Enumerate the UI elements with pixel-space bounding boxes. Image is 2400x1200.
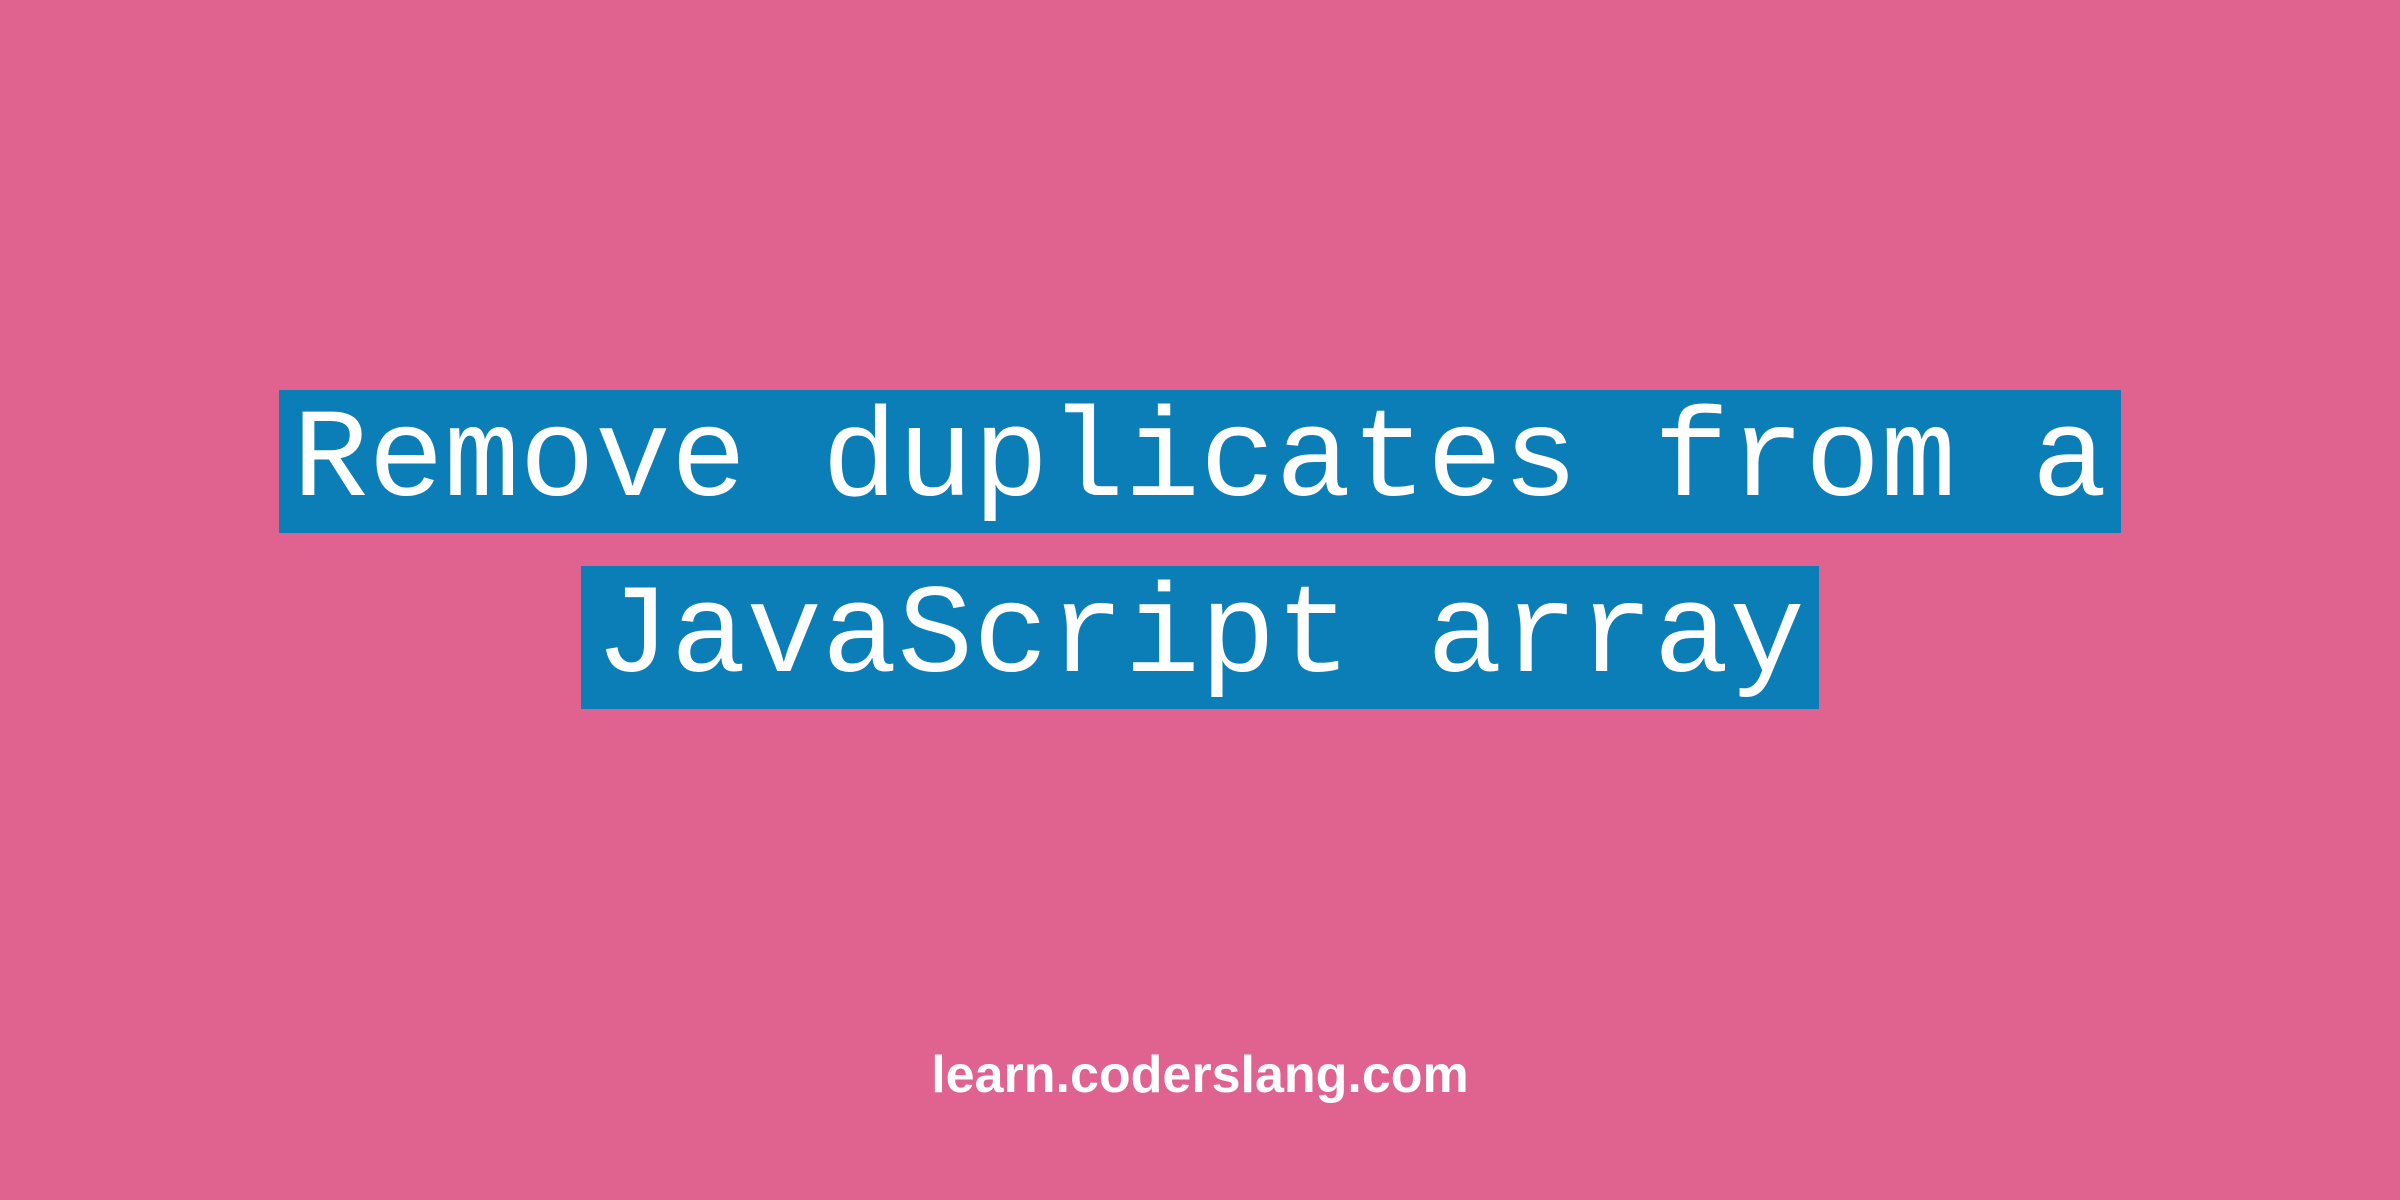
footer: learn.coderslang.com [0, 1045, 2400, 1105]
title-container: Remove duplicates from a JavaScript arra… [240, 374, 2160, 727]
footer-url: learn.coderslang.com [931, 1046, 1469, 1104]
page-title: Remove duplicates from a JavaScript arra… [279, 390, 2122, 709]
